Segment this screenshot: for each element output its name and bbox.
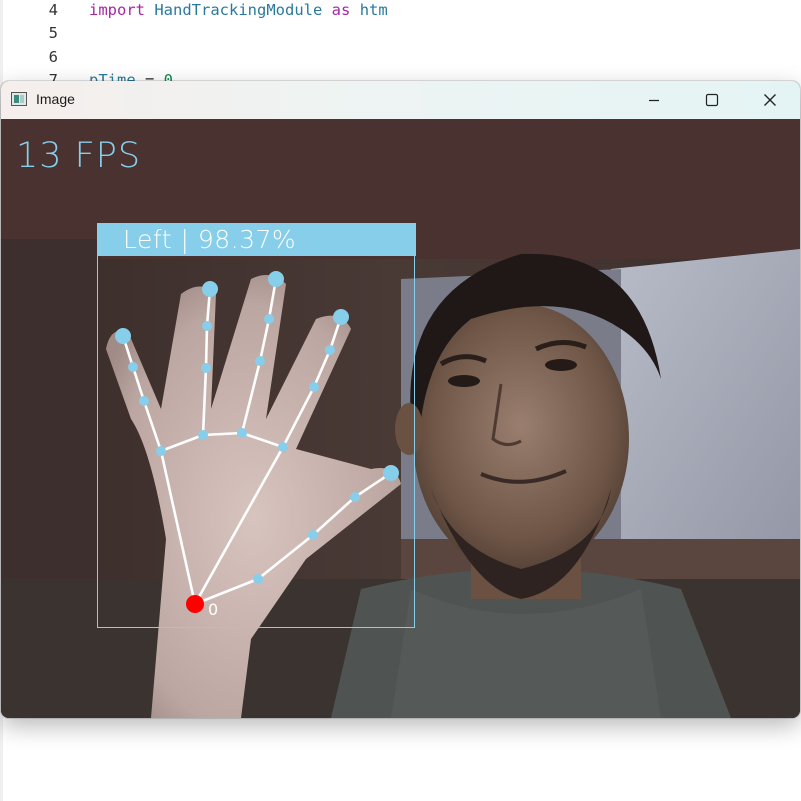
line-number: 5 xyxy=(48,24,58,42)
minimize-icon xyxy=(649,99,659,102)
fps-counter: 13 FPS xyxy=(16,136,142,176)
minimize-button[interactable] xyxy=(625,81,683,119)
hand-label-text: Left | 98.37% xyxy=(123,225,297,254)
line-number: 6 xyxy=(48,48,58,66)
maximize-button[interactable] xyxy=(683,81,741,119)
maximize-icon xyxy=(705,93,719,107)
code-line[interactable]: 4 import HandTrackingModule as htm xyxy=(0,0,801,22)
app-window-icon xyxy=(11,92,27,106)
window-title: Image xyxy=(36,91,75,107)
image-window: Image 13 FPS Left | 98.37% 0 xyxy=(1,81,800,718)
camera-viewport: 13 FPS Left | 98.37% 0 xyxy=(1,119,800,718)
code-line[interactable]: 6 xyxy=(0,46,801,69)
wrist-index-label: 0 xyxy=(208,600,219,619)
line-number: 4 xyxy=(48,1,58,19)
code-text: import HandTrackingModule as htm xyxy=(89,1,388,19)
close-icon xyxy=(764,94,776,106)
code-line[interactable]: 5 xyxy=(0,22,801,45)
title-bar[interactable]: Image xyxy=(1,81,800,119)
close-button[interactable] xyxy=(741,81,799,119)
hand-bounding-box xyxy=(97,223,415,628)
light-wall xyxy=(611,249,800,549)
hand-label-banner: Left | 98.37% xyxy=(97,223,416,256)
